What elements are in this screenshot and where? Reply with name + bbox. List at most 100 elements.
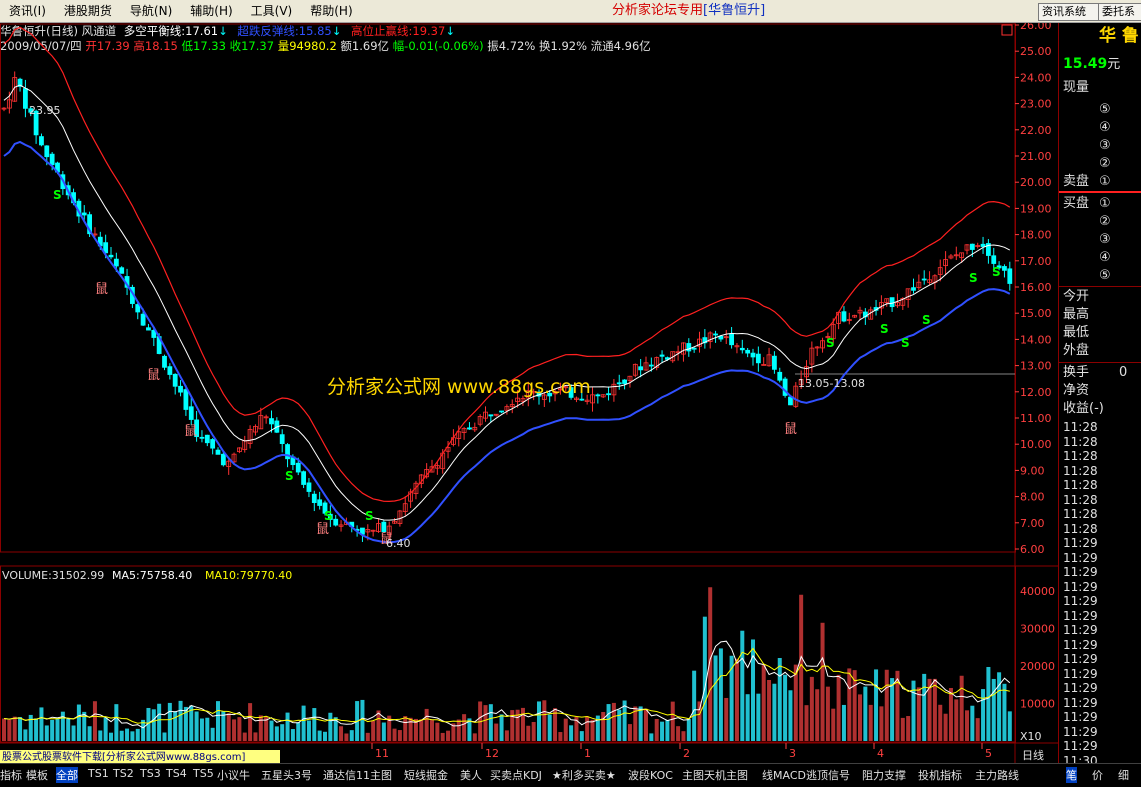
tick-time: 11:29 [1063,710,1098,724]
indicator-tab[interactable]: 指标 [0,767,22,783]
indicator-tab[interactable]: 主图天机主图 [682,767,748,783]
indicator-tab[interactable]: 逃顶信号 [806,767,850,783]
volume-bar [483,705,488,741]
volume-bar [793,664,798,741]
indicator-tab[interactable]: ★利多买卖★ [552,767,616,783]
menu-item-hk-futures[interactable]: 港股期货 [55,0,121,22]
candle-body [81,212,87,216]
volume-tick-label: 40000 [1020,585,1055,598]
volume-bar [938,704,943,741]
candle-body [108,254,114,258]
candle-body [911,287,916,291]
indicator-tab[interactable]: 短线掘金 [404,767,448,783]
tick-time: 11:29 [1063,565,1098,579]
volume-bar [87,726,92,741]
candle-body [306,482,312,492]
buy-level: ④ [1099,250,1111,265]
indicator-tab[interactable]: 主力路线 [975,767,1019,783]
indicator-tab[interactable]: TS5 [193,767,214,780]
indicator-tab[interactable]: 五星头3号 [261,767,312,783]
panel-turnover: 换手 0 [1063,364,1127,382]
indicator-tab[interactable]: TS3 [140,767,161,780]
time-tick-label: 4 [877,747,884,760]
panel-tab[interactable]: 细 [1118,767,1129,783]
indicator-tab[interactable]: 通达信11主图 [323,767,392,783]
volume-bar [151,709,156,741]
volume-bar [114,704,119,741]
volume-bar [317,730,322,741]
volume-bar [76,704,81,741]
menu-item-tools[interactable]: 工具(V) [242,0,302,22]
volume-bar [847,668,852,741]
volume-bar [125,728,130,741]
order-system-button[interactable]: 委托系 [1098,3,1141,21]
time-tick-label: 5 [985,747,992,760]
menu-item-assist[interactable]: 辅助(H) [181,0,241,22]
signal-s-marker: S [53,188,62,202]
panel-turnover-value: 0 [1119,365,1128,380]
panel-tab[interactable]: 笔 [1066,767,1077,783]
candle-body [49,153,55,166]
menu-item-navigate[interactable]: 导航(N) [121,0,181,22]
info-system-button[interactable]: 资讯系统 [1038,3,1100,21]
volume-bar [178,700,183,741]
price-tick-label: 11.00 [1020,412,1052,425]
panel-tab[interactable]: 价 [1092,767,1103,783]
price-tick-label: 10.00 [1020,438,1052,451]
volume-bar [440,732,445,741]
time-tick-label: 1 [584,747,591,760]
candle-body [113,258,119,267]
indicator-tab[interactable]: 线MACD [762,767,806,783]
candle-body [729,333,734,346]
price-tick-label: 18.00 [1020,229,1052,242]
volume-bar [569,725,574,741]
volume-bar [258,715,263,741]
footer-link[interactable]: 股票公式股票软件下载[分析家公式网www.88gs.com] [2,750,246,763]
buy-level: ② [1099,214,1111,229]
indicator-tab[interactable]: 模板 [26,767,48,783]
indicator-tab[interactable]: 买卖点KDJ [490,767,542,783]
indicator-tab[interactable]: TS2 [113,767,134,780]
volume-bar [697,701,702,741]
volume-bar [173,711,178,741]
indicator-tab[interactable]: TS1 [88,767,109,780]
volume-bar [954,699,959,741]
signal-rat-marker: 鼠 [784,422,797,437]
time-tick-label: 12 [485,747,499,760]
candle-body [333,518,339,526]
volume-bar [371,720,376,741]
volume-bar [376,710,381,741]
volume-bar [349,730,354,741]
indicator-tab[interactable]: 全部 [56,767,78,783]
indicator-tab[interactable]: 投机指标 [918,767,962,783]
volume-bar [649,733,654,741]
tick-time: 11:28 [1063,434,1098,449]
indicator-tab[interactable]: TS4 [166,767,187,780]
menu-item-info[interactable]: 资讯(I) [0,0,55,22]
volume-bar [66,718,71,741]
kline-chart[interactable]: 26.0025.0024.0023.0022.0021.0020.0019.00… [0,23,1058,763]
indicator-tab[interactable]: 美人 [460,767,482,783]
candle-body [772,355,777,370]
volume-bar [777,658,782,741]
volume-bar [676,726,681,741]
volume-bar [542,700,547,741]
menu-item-help[interactable]: 帮助(H) [301,0,361,22]
volume-bar [734,658,739,741]
volume-bar [472,733,477,741]
volume-bar [119,730,124,741]
candle-body [788,396,793,406]
volume-bar [71,725,76,741]
volume-bar [606,704,611,741]
indicator-tab[interactable]: 阻力支撑 [862,767,906,783]
volume-bar [1007,711,1012,741]
volume-bar [430,720,434,741]
indicator-tab[interactable]: 小议牛 [217,767,250,783]
option-box[interactable] [1001,24,1013,36]
volume-bar [772,683,777,741]
volume-bar [751,639,755,741]
signal-rat-marker: 鼠 [147,368,160,383]
volume-bar [558,732,563,741]
volume-bar [547,714,552,741]
indicator-tab[interactable]: 波段KOC [628,767,673,783]
